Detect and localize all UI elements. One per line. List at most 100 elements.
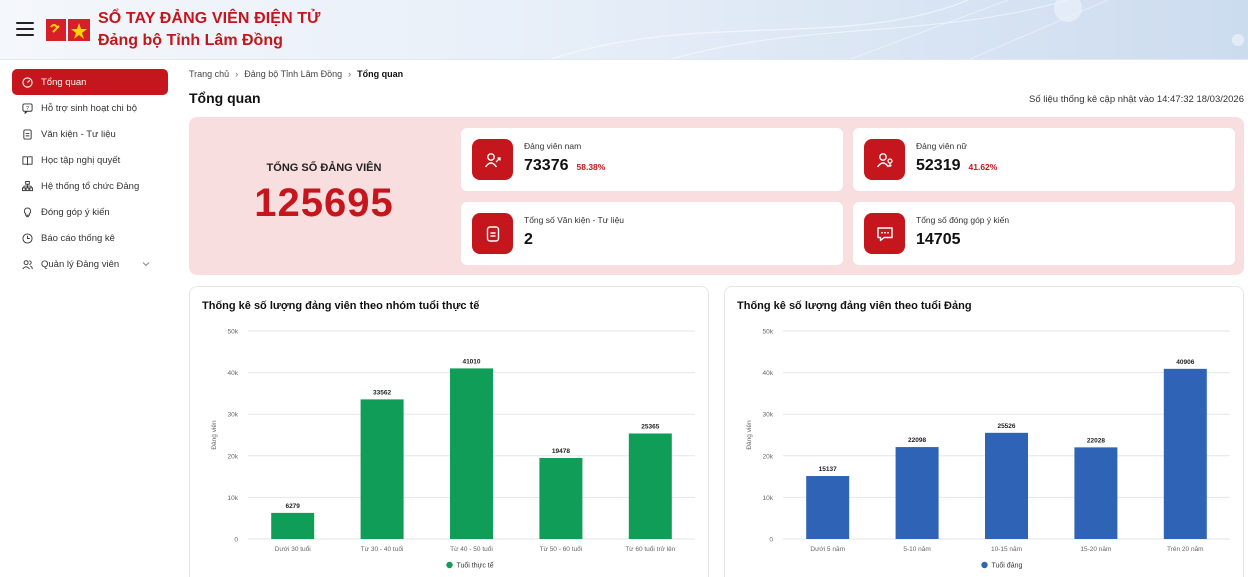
sidebar-item-hoc-tap[interactable]: Học tập nghị quyết: [12, 147, 168, 173]
app-subtitle: Đảng bộ Tỉnh Lâm Đồng: [98, 32, 283, 49]
x-tick-label: Từ 60 tuổi trở lên: [625, 545, 676, 553]
x-tick-label: 10-15 năm: [991, 546, 1022, 553]
sidebar-item-bao-cao[interactable]: Báo cáo thống kê: [12, 225, 168, 251]
sidebar-item-label: Đóng góp ý kiến: [41, 206, 110, 218]
female-members-label: Đảng viên nữ: [916, 141, 968, 151]
documents-card[interactable]: Tổng số Văn kiện - Tư liệu 2: [461, 202, 843, 265]
clock-report-icon: [22, 232, 33, 244]
legend-marker: [446, 561, 453, 569]
sidebar-item-label: Hệ thống tổ chức Đảng: [41, 180, 140, 192]
feedback-value: 14705: [916, 231, 961, 248]
sidebar-item-van-kien[interactable]: Văn kiện - Tư liệu: [12, 121, 168, 147]
svg-text:?: ?: [26, 105, 29, 111]
bar-value-label: 41010: [462, 358, 480, 365]
bar-value-label: 25365: [641, 423, 659, 430]
chart-title: Thống kê số lượng đảng viên theo nhóm tu…: [202, 300, 480, 312]
sidebar-item-label: Hỗ trợ sinh hoạt chi bộ: [41, 102, 138, 114]
dashboard-icon: [22, 76, 33, 88]
breadcrumb-parent-link[interactable]: Đảng bộ Tỉnh Lâm Đồng: [244, 69, 342, 79]
sidebar-item-tong-quan[interactable]: Tổng quan: [12, 69, 168, 95]
bar: [985, 432, 1028, 539]
menu-toggle-button[interactable]: [16, 22, 34, 36]
org-chart-icon: [22, 180, 33, 191]
documents-label: Tổng số Văn kiện - Tư liệu: [524, 215, 625, 225]
app-title: SỔ TAY ĐẢNG VIÊN ĐIỆN TỬ: [98, 10, 321, 27]
female-members-card[interactable]: Đảng viên nữ 52319 41.62%: [853, 128, 1235, 191]
sidebar-item-ho-tro-sinh-hoat[interactable]: ? Hỗ trợ sinh hoạt chi bộ: [12, 95, 168, 121]
male-members-percent: 58.38%: [576, 162, 606, 172]
female-members-percent: 41.62%: [968, 162, 998, 172]
age-group-bar-chart: 0 10k 20k 30k 40k 50k Đảng viên 6279 Dưới 30 tuổ…: [211, 329, 695, 570]
sidebar-item-dong-gop[interactable]: Đóng góp ý kiến: [12, 199, 168, 225]
bar: [1074, 447, 1118, 539]
y-tick-label: 0: [769, 537, 773, 544]
legend-label: Tuổi thực tế: [457, 561, 494, 570]
male-members-label: Đảng viên nam: [524, 141, 582, 151]
page-title: Tổng quan: [189, 90, 261, 106]
bar: [628, 433, 672, 539]
y-tick-label: 50k: [228, 329, 239, 336]
chevron-right-icon: ›: [348, 69, 352, 79]
sidebar-item-he-thong-to-chuc[interactable]: Hệ thống tổ chức Đảng: [12, 173, 168, 199]
x-tick-label: Dưới 5 năm: [810, 546, 845, 553]
x-tick-label: Từ 40 - 50 tuổi: [450, 545, 493, 553]
chat-bubble-icon: [864, 213, 905, 254]
female-user-icon: [864, 139, 905, 180]
y-tick-label: 40k: [763, 370, 774, 377]
last-updated-text: Số liệu thống kê cập nhật vào 14:47:32 1…: [1029, 94, 1244, 105]
x-tick-label: Từ 30 - 40 tuổi: [361, 545, 404, 553]
chat-help-icon: ?: [22, 102, 33, 114]
bar-value-label: 22098: [908, 437, 926, 444]
party-age-bar-chart: 0 10k 20k 30k 40k 50k Đảng viên 15137 Dưới 5 năm…: [746, 329, 1230, 570]
male-user-icon: [472, 139, 513, 180]
y-tick-label: 20k: [228, 453, 239, 460]
sidebar-item-label: Tổng quan: [41, 76, 87, 88]
y-tick-label: 10k: [763, 495, 774, 502]
chevron-down-icon: [142, 262, 150, 267]
bar: [539, 457, 583, 539]
book-icon: [22, 155, 33, 165]
bar: [360, 399, 404, 539]
bar: [895, 447, 939, 539]
lightbulb-icon: [23, 206, 32, 217]
bar-value-label: 15137: [819, 466, 837, 473]
x-tick-label: 5-10 năm: [903, 546, 930, 553]
sidebar-item-quan-ly[interactable]: Quản lý Đảng viên: [12, 251, 168, 277]
sidebar-item-label: Văn kiện - Tư liệu: [41, 128, 116, 140]
party-flag-logo: [46, 19, 90, 41]
chart-title: Thống kê số lượng đảng viên theo tuổi Đả…: [737, 300, 972, 312]
sidebar-item-label: Quản lý Đảng viên: [41, 258, 120, 270]
y-axis-label: Đảng viên: [211, 420, 218, 450]
legend-marker: [981, 561, 988, 569]
y-tick-label: 20k: [763, 453, 774, 460]
party-age-chart-card: Thống kê số lượng đảng viên theo tuổi Đả…: [724, 286, 1244, 577]
y-tick-label: 30k: [763, 412, 774, 419]
header-decoration: [549, 0, 1244, 59]
users-icon: [22, 259, 33, 269]
y-tick-label: 30k: [228, 412, 239, 419]
breadcrumb-home-link[interactable]: Trang chủ: [189, 69, 229, 79]
legend-label: Tuổi đảng: [992, 562, 1023, 570]
documents-value: 2: [524, 231, 533, 248]
y-tick-label: 40k: [228, 370, 239, 377]
breadcrumb: Trang chủ › Đảng bộ Tỉnh Lâm Đồng › Tổng…: [189, 69, 403, 79]
male-members-value: 73376: [524, 157, 569, 174]
x-tick-label: Trên 20 năm: [1167, 546, 1204, 553]
male-members-card[interactable]: Đảng viên nam 73376 58.38%: [461, 128, 843, 191]
feedback-label: Tổng số đóng góp ý kiến: [916, 215, 1010, 225]
bar-value-label: 40906: [1176, 359, 1194, 366]
bar-value-label: 6279: [285, 503, 300, 510]
bar-value-label: 19478: [552, 448, 570, 455]
chevron-right-icon: ›: [235, 69, 239, 79]
y-tick-label: 10k: [228, 495, 239, 502]
sidebar-item-label: Học tập nghị quyết: [41, 154, 121, 166]
bar: [806, 476, 850, 539]
feedback-card[interactable]: Tổng số đóng góp ý kiến 14705: [853, 202, 1235, 265]
bar: [1163, 368, 1207, 539]
bar-value-label: 33562: [373, 389, 391, 396]
breadcrumb-current: Tổng quan: [357, 69, 404, 79]
x-tick-label: Dưới 30 tuổi: [275, 545, 311, 553]
y-tick-label: 0: [234, 537, 238, 544]
x-tick-label: Từ 50 - 60 tuổi: [540, 545, 583, 553]
bar-value-label: 22028: [1087, 437, 1105, 444]
